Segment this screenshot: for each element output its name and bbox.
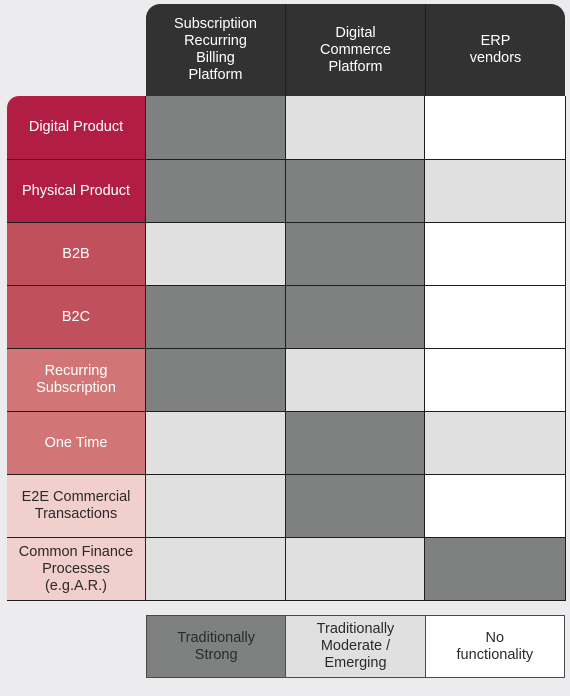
matrix-row: Digital Product: [7, 96, 565, 159]
row-label: Digital Product: [7, 96, 146, 159]
row-label: B2C: [7, 286, 146, 348]
row-label: B2B: [7, 223, 146, 285]
matrix-cell-strong: [285, 223, 425, 285]
matrix-row: E2E Commercial Transactions: [7, 474, 565, 537]
matrix-cell-none: [425, 286, 565, 348]
legend-item-moderate: Traditionally Moderate / Emerging: [286, 616, 426, 677]
matrix-cell-moderate: [146, 475, 286, 537]
matrix-cell-moderate: [425, 412, 565, 474]
matrix-cell-moderate: [146, 223, 286, 285]
matrix-row: Recurring Subscription: [7, 348, 565, 411]
column-header-subscription-billing: Subscriptiion Recurring Billing Platform: [146, 4, 286, 96]
matrix-row: Common Finance Processes (e.g.A.R.): [7, 537, 565, 600]
matrix-cell-strong: [285, 412, 425, 474]
legend: Traditionally Strong Traditionally Modera…: [146, 615, 565, 678]
column-header: Subscriptiion Recurring Billing Platform…: [146, 4, 565, 96]
matrix-cell-strong: [285, 160, 425, 222]
matrix-cell-moderate: [285, 96, 425, 159]
matrix-cell-none: [425, 349, 565, 411]
row-label: E2E Commercial Transactions: [7, 475, 146, 537]
row-label: Common Finance Processes (e.g.A.R.): [7, 538, 146, 600]
column-header-erp-vendors: ERP vendors: [469, 33, 522, 66]
matrix-cell-strong: [146, 96, 286, 159]
matrix-cell-strong: [285, 286, 425, 348]
row-label: One Time: [7, 412, 146, 474]
column-header-digital-commerce: Digital Commerce Platform: [286, 4, 426, 96]
matrix-cell-moderate: [285, 538, 425, 600]
legend-item-none: No functionality: [425, 616, 564, 677]
capability-matrix: Digital Product Physical Product B2B B2C Rec…: [7, 96, 566, 601]
row-label: Recurring Subscription: [7, 349, 146, 411]
matrix-cell-none: [425, 96, 565, 159]
matrix-cell-strong: [146, 160, 286, 222]
row-label: Physical Product: [7, 160, 146, 222]
matrix-row: One Time: [7, 411, 565, 474]
matrix-cell-moderate: [285, 349, 425, 411]
matrix-cell-none: [425, 475, 565, 537]
matrix-cell-moderate: [146, 412, 286, 474]
matrix-cell-strong: [146, 349, 286, 411]
matrix-cell-strong: [285, 475, 425, 537]
matrix-cell-none: [425, 223, 565, 285]
matrix-cell-moderate: [146, 538, 286, 600]
matrix-cell-moderate: [425, 160, 565, 222]
matrix-row: B2B: [7, 222, 565, 285]
legend-item-strong: Traditionally Strong: [147, 616, 287, 677]
matrix-cell-strong: [425, 538, 565, 600]
matrix-row: B2C: [7, 285, 565, 348]
matrix-row: Physical Product: [7, 159, 565, 222]
matrix-cell-strong: [146, 286, 286, 348]
